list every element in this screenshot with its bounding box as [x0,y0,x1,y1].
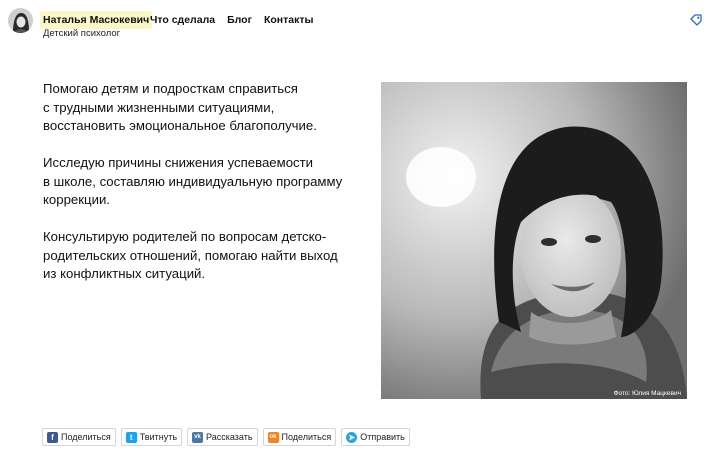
share-label: Рассказать [206,432,253,442]
nav-item-blog[interactable]: Блог [227,14,252,26]
nav-item-works[interactable]: Что сделала [150,14,215,26]
intro-paragraph: Исследую причины снижения успеваемости в… [43,155,343,207]
intro-text: Помогаю детям и подросткам справиться с … [43,80,363,302]
share-label: Поделиться [61,432,111,442]
intro-paragraph: Помогаю детям и подросткам справиться с … [43,81,317,133]
site-header: Наталья Масюкевич Детский психолог Что с… [0,0,720,40]
share-bar: f Поделиться t Твитнуть vk Рассказать ok… [42,428,410,446]
vk-icon: vk [192,431,204,443]
share-label: Твитнуть [139,432,178,442]
share-telegram-button[interactable]: ➤ Отправить [341,428,410,446]
share-odnoklassniki-button[interactable]: ok Поделиться [262,428,337,446]
subtitle: Детский психолог [43,28,121,39]
share-facebook-button[interactable]: f Поделиться [42,428,116,446]
brand-name[interactable]: Наталья Масюкевич [40,11,153,29]
avatar-image [8,8,33,33]
odnoklassniki-icon: ok [267,431,279,443]
share-label: Поделиться [281,432,332,442]
share-vk-button[interactable]: vk Рассказать [187,428,258,446]
twitter-icon: t [125,431,137,443]
portrait-photo: Фото: Юлия Мацкевич [381,82,687,399]
nav-item-contacts[interactable]: Контакты [264,14,314,26]
portrait-image [381,82,687,399]
telegram-icon: ➤ [346,431,358,443]
photo-credit: Фото: Юлия Мацкевич [613,390,681,397]
intro-paragraph: Консультирую родителей по вопросам детск… [43,229,338,281]
share-label: Отправить [360,432,405,442]
avatar[interactable] [8,8,33,33]
tag-icon[interactable] [689,13,703,27]
main-nav: Что сделала Блог Контакты [150,14,313,26]
facebook-icon: f [47,431,58,443]
share-twitter-button[interactable]: t Твитнуть [120,428,183,446]
